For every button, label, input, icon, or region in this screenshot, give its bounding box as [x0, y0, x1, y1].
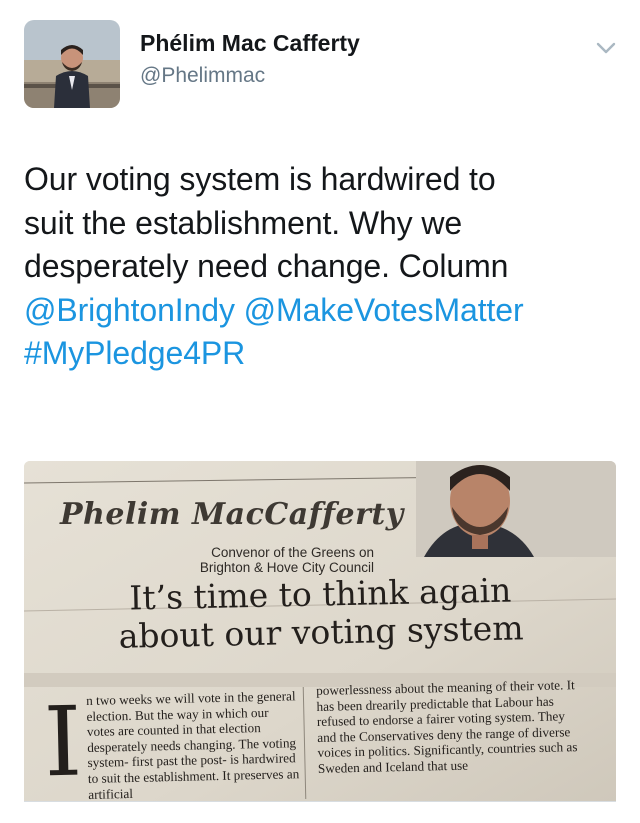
hashtag-line: #MyPledge4PR — [24, 332, 624, 376]
clipping-role: Convenor of the Greens on Brighton & Hov… — [174, 545, 374, 575]
author-handle[interactable]: @Phelimmac — [140, 64, 265, 88]
tweet-line: Our voting system is hardwired to — [24, 161, 496, 197]
clipping-column-1: n two weeks we will vote in the general … — [86, 688, 300, 801]
chevron-down-icon[interactable] — [594, 38, 618, 58]
clipping-author: Phelim MacCafferty — [60, 497, 404, 532]
mention-brightonindy[interactable]: @BrightonIndy — [24, 292, 235, 328]
avatar[interactable] — [24, 20, 120, 108]
clipping-dropcap: I — [42, 685, 84, 799]
clipping-role-line: Convenor of the Greens on — [211, 545, 374, 560]
tweet-photo[interactable]: Phelim MacCafferty Convenor of the Green… — [24, 461, 616, 801]
clipping-role-line: Brighton & Hove City Council — [199, 560, 374, 575]
tweet-line: desperately need change. Column — [24, 248, 509, 284]
hashtag-mypledge4pr[interactable]: #MyPledge4PR — [24, 335, 245, 371]
clipping-column-2: powerlessness about the meaning of their… — [316, 677, 578, 776]
tweet-text: Our voting system is hardwired to suit t… — [24, 158, 624, 376]
mention-makevotesmatter[interactable]: @MakeVotesMatter — [244, 292, 524, 328]
tweet-line: suit the establishment. Why we — [24, 204, 463, 241]
photo-bottom-divider — [24, 801, 616, 802]
author-name[interactable]: Phélim Mac Cafferty — [140, 30, 360, 57]
clipping-headline: It’s time to think again about our votin… — [60, 570, 581, 657]
mention-line: @BrightonIndy @MakeVotesMatter — [24, 289, 624, 333]
